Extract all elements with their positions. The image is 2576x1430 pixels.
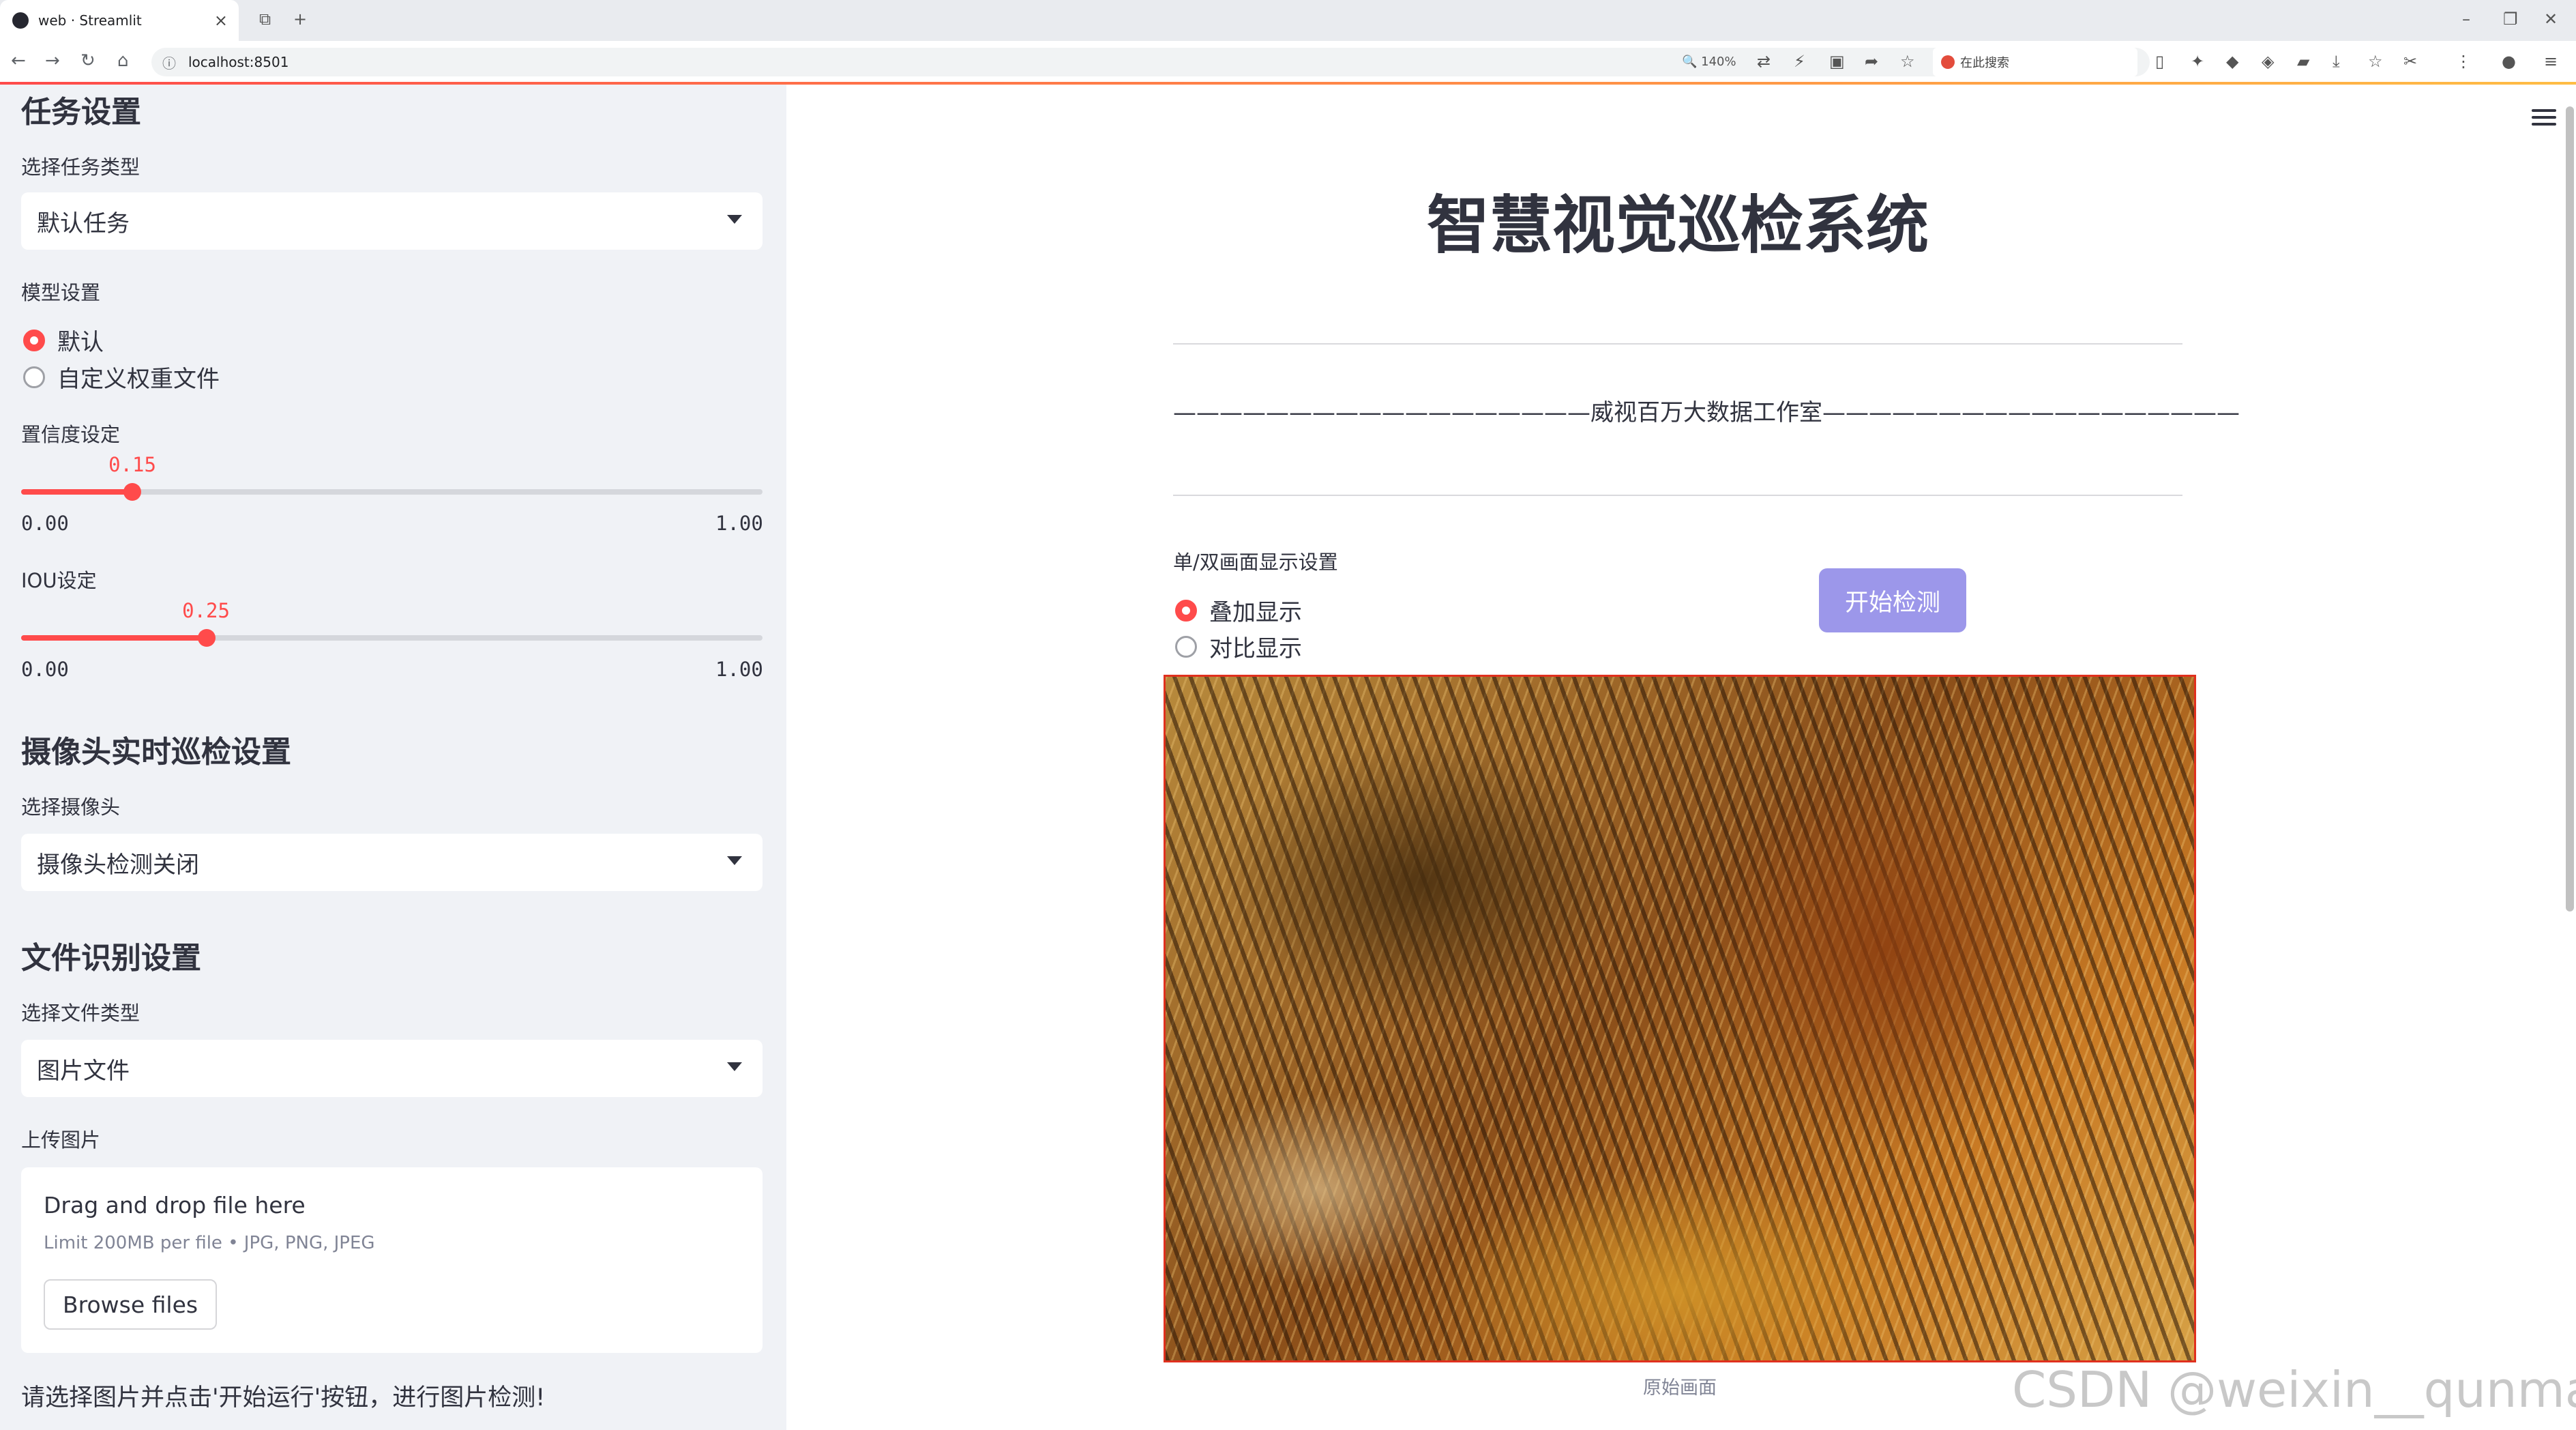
file-type-value: 图片文件 xyxy=(37,1057,130,1085)
radio-model-custom[interactable]: 自定义权重文件 xyxy=(23,360,220,394)
original-image xyxy=(1164,675,2196,1362)
bolt-icon[interactable]: ⚡ xyxy=(1794,52,1805,71)
radio-selected-icon xyxy=(1175,599,1197,622)
file-uploader-dropzone[interactable]: Drag and drop file here Limit 200MB per … xyxy=(21,1167,763,1353)
page-title: 智慧视觉巡检系统 xyxy=(1426,189,1929,262)
restore-icon[interactable]: ❐ xyxy=(2503,10,2518,29)
search-placeholder: 在此搜索 xyxy=(1960,56,2009,70)
radio-unselected-icon xyxy=(1175,635,1197,658)
chevron-down-icon xyxy=(727,1062,742,1071)
iou-min: 0.00 xyxy=(21,658,69,681)
confidence-label: 置信度设定 xyxy=(21,423,121,446)
upload-label: 上传图片 xyxy=(21,1128,101,1152)
upload-limit-text: Limit 200MB per file • JPG, PNG, JPEG xyxy=(44,1233,375,1253)
csdn-watermark: CSDN @weixin__qunmasj xyxy=(2012,1361,2576,1418)
task-settings-header: 任务设置 xyxy=(21,95,141,130)
iou-label: IOU设定 xyxy=(21,569,97,592)
confidence-slider[interactable] xyxy=(21,483,763,501)
cut-icon[interactable]: ✂ xyxy=(2403,52,2417,71)
confidence-value: 0.15 xyxy=(108,453,156,476)
tab-group-icon[interactable]: ⧉ xyxy=(259,10,271,29)
confidence-slider-thumb[interactable] xyxy=(123,483,142,501)
more-icon[interactable]: ⋮ xyxy=(2455,52,2472,71)
download-icon[interactable]: ⤓ xyxy=(2333,52,2340,71)
file-type-label: 选择文件类型 xyxy=(21,1002,140,1025)
reload-icon[interactable]: ↻ xyxy=(80,50,95,71)
extension-icon[interactable]: ◈ xyxy=(2262,52,2274,71)
home-icon[interactable]: ⌂ xyxy=(117,50,129,71)
divider xyxy=(1173,495,2182,496)
chevron-down-icon xyxy=(727,856,742,865)
url-text: localhost:8501 xyxy=(188,54,289,70)
iou-slider[interactable] xyxy=(21,629,763,647)
task-type-select[interactable]: 默认任务 xyxy=(21,192,763,250)
radio-label: 叠加显示 xyxy=(1209,599,1302,626)
tab-title: web · Streamlit xyxy=(38,12,142,29)
radio-display-overlay[interactable]: 叠加显示 xyxy=(1175,594,1302,627)
window-close-icon[interactable]: ✕ xyxy=(2544,10,2558,29)
studio-subtitle: ——————————————————威视百万大数据工作室————————————… xyxy=(1173,399,2240,426)
forward-icon[interactable]: → xyxy=(45,50,60,71)
camera-select-value: 摄像头检测关闭 xyxy=(37,851,199,879)
display-settings-label: 单/双画面显示设置 xyxy=(1173,551,1338,574)
camera-select-label: 选择摄像头 xyxy=(21,796,121,819)
confidence-max: 1.00 xyxy=(715,512,763,535)
start-detection-button[interactable]: 开始检测 xyxy=(1819,568,1966,632)
page-scrollbar[interactable] xyxy=(2566,106,2574,911)
divider xyxy=(1173,343,2182,345)
extension-icon[interactable]: ◆ xyxy=(2226,52,2238,71)
confidence-min: 0.00 xyxy=(21,512,69,535)
browser-tab[interactable]: web · Streamlit × xyxy=(0,0,239,41)
file-type-select[interactable]: 图片文件 xyxy=(21,1040,763,1097)
tab-close-icon[interactable]: × xyxy=(214,11,228,30)
translate-icon[interactable]: ⇄ xyxy=(1757,52,1771,71)
upload-hint: 请选择图片并点击'开始运行'按钮，进行图片检测! xyxy=(21,1384,546,1412)
camera-settings-header: 摄像头实时巡检设置 xyxy=(21,735,291,770)
bookmark-star-icon[interactable]: ☆ xyxy=(1900,52,1915,71)
radio-label: 对比显示 xyxy=(1209,635,1302,662)
camera-select[interactable]: 摄像头检测关闭 xyxy=(21,834,763,891)
zoom-indicator[interactable]: 🔍 140% xyxy=(1682,55,1736,69)
confidence-slider-fill xyxy=(21,489,133,495)
back-icon[interactable]: ← xyxy=(11,50,26,71)
browser-tab-bar: web · Streamlit × ⧉ + – ❐ ✕ xyxy=(0,0,2576,41)
radio-label: 默认 xyxy=(57,329,104,356)
streamlit-favicon-icon xyxy=(12,12,29,29)
site-info-icon[interactable]: ⓘ xyxy=(162,53,176,72)
task-type-value: 默认任务 xyxy=(37,209,130,237)
screenshot-icon[interactable]: ▣ xyxy=(1829,52,1845,71)
upload-drag-text: Drag and drop file here xyxy=(44,1192,306,1219)
radio-selected-icon xyxy=(23,329,45,351)
url-field[interactable]: ⓘ localhost:8501 xyxy=(151,48,2150,76)
share-icon[interactable]: ➦ xyxy=(1865,52,1878,71)
profile-avatar-icon[interactable]: ● xyxy=(2502,52,2516,71)
browser-search-box[interactable]: 在此搜索 xyxy=(1933,48,2137,76)
app-menu-icon[interactable] xyxy=(2532,109,2556,126)
minimize-icon[interactable]: – xyxy=(2462,10,2470,29)
iou-slider-fill xyxy=(21,635,207,641)
radio-unselected-icon xyxy=(23,366,45,388)
radio-model-default[interactable]: 默认 xyxy=(23,323,104,357)
browse-files-button[interactable]: Browse files xyxy=(44,1279,218,1330)
search-engine-icon[interactable] xyxy=(1941,55,1955,69)
extension-icon[interactable]: ✦ xyxy=(2191,52,2204,71)
radio-label: 自定义权重文件 xyxy=(57,366,220,393)
iou-value: 0.25 xyxy=(182,599,230,622)
task-type-label: 选择任务类型 xyxy=(21,156,140,179)
extension-icon[interactable]: ▰ xyxy=(2297,52,2309,71)
favorites-icon[interactable]: ☆ xyxy=(2368,52,2383,71)
mobile-icon[interactable]: ▯ xyxy=(2155,52,2164,71)
model-settings-label: 模型设置 xyxy=(21,281,101,304)
file-settings-header: 文件识别设置 xyxy=(21,941,201,976)
iou-slider-thumb[interactable] xyxy=(197,629,216,647)
browser-menu-icon[interactable]: ≡ xyxy=(2544,52,2558,71)
chevron-down-icon xyxy=(727,215,742,224)
iou-max: 1.00 xyxy=(715,658,763,681)
zoom-level: 140% xyxy=(1701,55,1736,69)
new-tab-icon[interactable]: + xyxy=(293,10,307,29)
radio-display-compare[interactable]: 对比显示 xyxy=(1175,630,1302,663)
